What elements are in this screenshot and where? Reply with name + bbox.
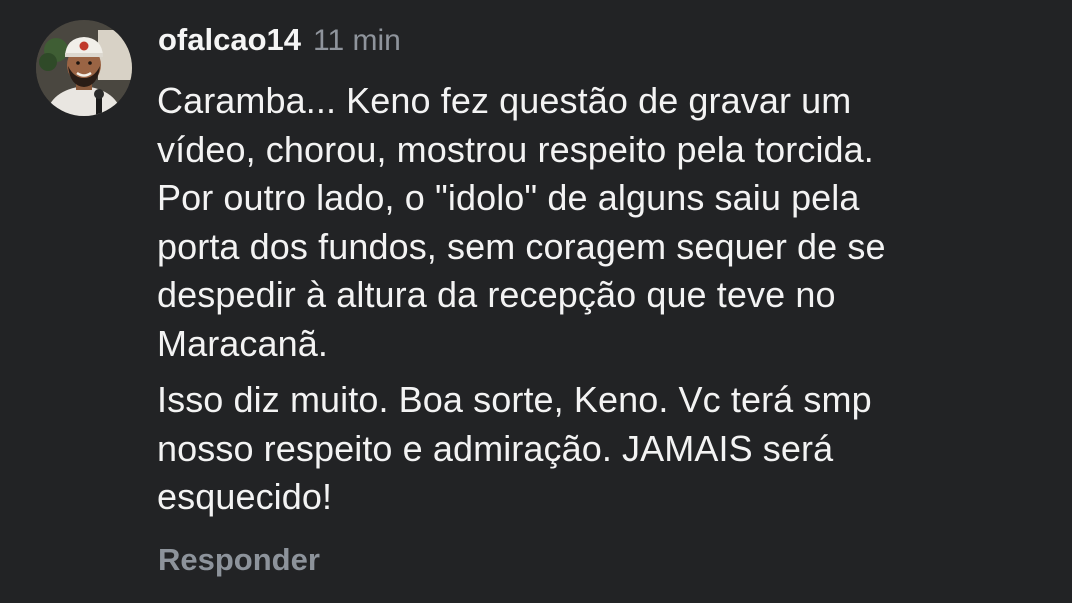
user-avatar-icon [36,20,132,116]
comment-line: despedir à altura da recepção que teve n… [157,274,836,315]
comment: ofalcao14 11 min Caramba... Keno fez que… [0,0,1072,603]
comment-line: Maracanã. [157,322,328,364]
reply-button[interactable]: Responder [158,542,320,578]
comment-line: nosso respeito e admiração. JAMAIS será [157,427,834,469]
username[interactable]: ofalcao14 [158,22,301,58]
comment-paragraph: Isso diz muito. Boa sorte, Keno. Vc terá… [157,376,1057,522]
comment-paragraph: Caramba... Keno fez questão de gravar um… [157,77,1057,368]
avatar[interactable] [36,20,132,116]
comment-text: Caramba... Keno fez questão de gravar um… [157,77,1057,522]
comment-line: Caramba... Keno fez questão de gravar um [157,80,852,121]
timestamp: 11 min [313,24,401,57]
comment-line: vídeo, chorou, mostrou respeito pela tor… [157,128,874,170]
comment-line: porta dos fundos, sem coragem sequer de … [157,225,886,267]
comment-line: Isso diz muito. Boa sorte, Keno. Vc terá… [157,379,872,420]
comment-header: ofalcao14 11 min [158,22,401,58]
comment-line: esquecido! [157,476,333,517]
comment-line: Por outro lado, o "idolo" de alguns saiu… [157,177,860,218]
